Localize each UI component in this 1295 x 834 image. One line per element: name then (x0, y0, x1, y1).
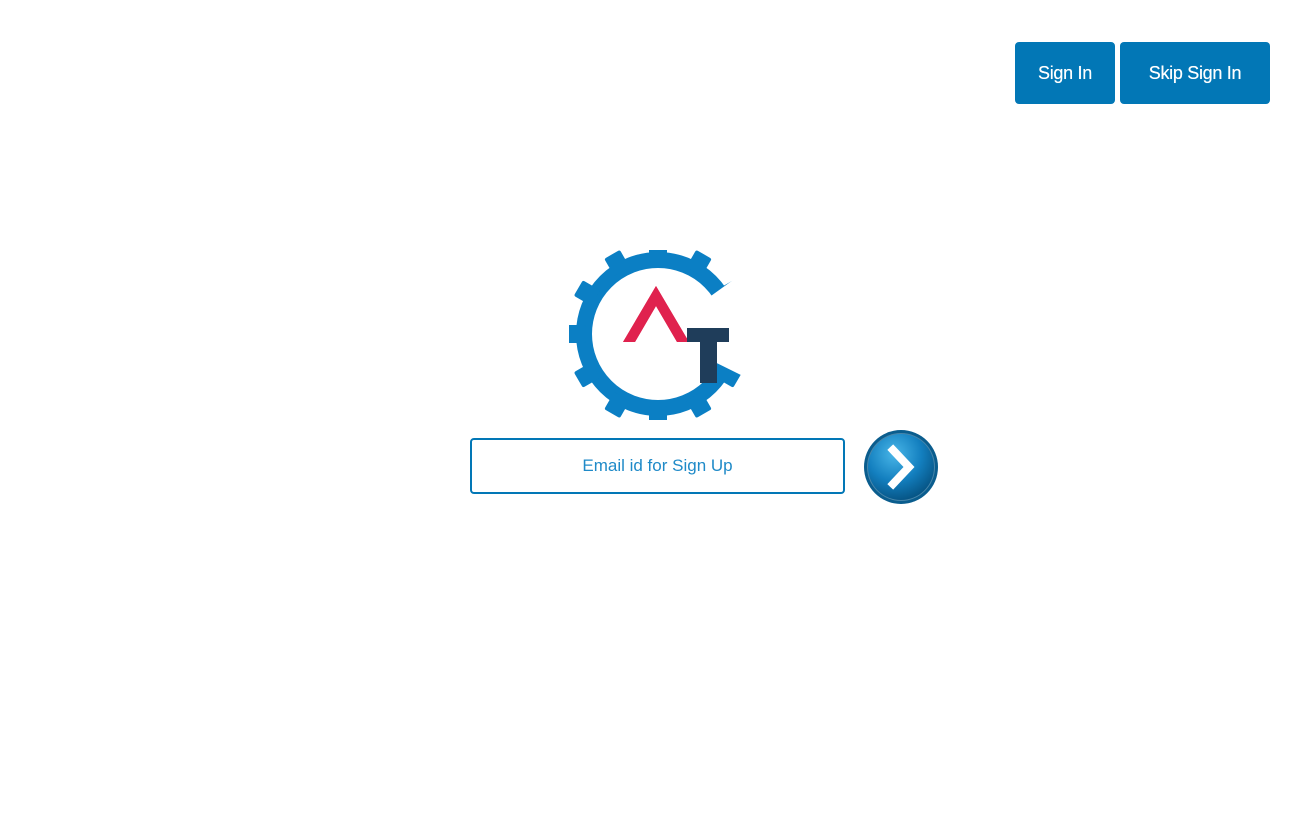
skip-sign-in-button[interactable]: Skip Sign In (1120, 42, 1270, 104)
chevron-right-icon (862, 430, 940, 509)
signup-form (470, 428, 940, 506)
signup-page: Sign In Skip Sign In (0, 0, 1295, 834)
email-field[interactable] (470, 438, 845, 494)
sign-in-button[interactable]: Sign In (1015, 42, 1115, 104)
logo-icon (566, 242, 750, 426)
top-actions: Sign In Skip Sign In (1015, 42, 1270, 104)
submit-button[interactable] (862, 428, 940, 506)
